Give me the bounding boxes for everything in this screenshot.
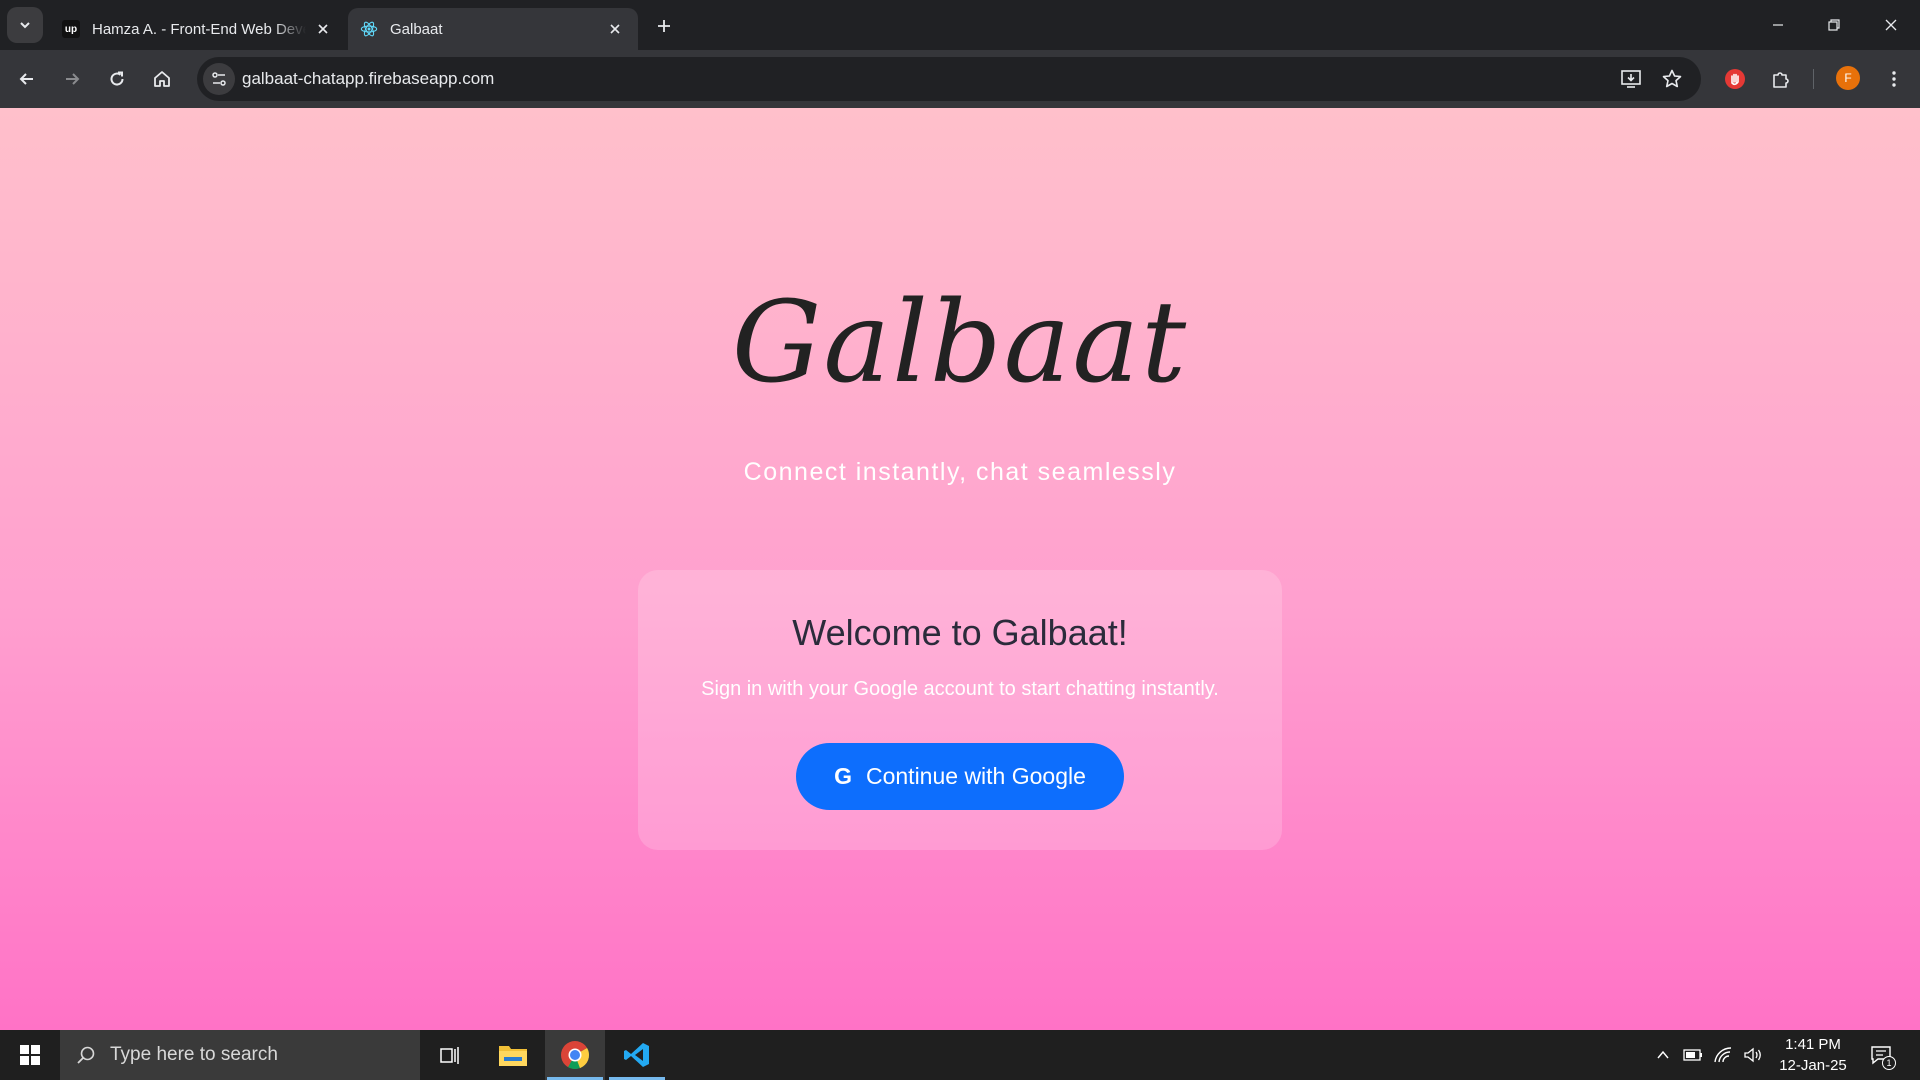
tab-galbaat[interactable]: Galbaat <box>348 8 638 50</box>
reload-button[interactable] <box>99 61 135 97</box>
network-status[interactable] <box>1711 1043 1735 1067</box>
restore-icon <box>1828 19 1840 31</box>
notification-center-button[interactable]: 1 <box>1866 1040 1896 1070</box>
speaker-icon <box>1744 1047 1761 1063</box>
welcome-subtitle: Sign in with your Google account to star… <box>701 678 1219 700</box>
taskbar: Type here to search 1:41 PM 12-Jan-25 1 <box>0 1030 1920 1080</box>
volume-control[interactable] <box>1741 1043 1765 1067</box>
button-label: Continue with Google <box>865 763 1086 789</box>
site-info-button[interactable] <box>203 63 235 95</box>
profile-avatar[interactable]: F <box>1836 66 1860 90</box>
new-tab-button[interactable] <box>650 12 678 40</box>
notification-count: 1 <box>1882 1056 1896 1070</box>
install-app-button[interactable] <box>1617 65 1645 93</box>
close-icon <box>1885 19 1897 31</box>
tagline: Connect instantly, chat seamlessly <box>743 458 1177 486</box>
react-icon <box>360 20 378 38</box>
extension-button[interactable] <box>1717 61 1753 97</box>
task-view-icon <box>440 1047 459 1064</box>
tab-search-button[interactable] <box>7 7 43 43</box>
file-explorer-button[interactable] <box>483 1030 543 1080</box>
battery-icon <box>1683 1049 1702 1061</box>
star-icon <box>1662 69 1682 88</box>
wifi-icon <box>1714 1047 1732 1063</box>
chrome-icon <box>561 1041 589 1069</box>
back-button[interactable] <box>9 61 45 97</box>
close-window-button[interactable] <box>1863 0 1919 50</box>
close-icon[interactable] <box>604 18 626 40</box>
vscode-taskbar-button[interactable] <box>607 1030 667 1080</box>
google-sign-in-button[interactable]: G Continue with Google <box>796 743 1124 810</box>
windows-icon <box>20 1045 40 1065</box>
arrow-right-icon <box>66 73 80 85</box>
task-view-button[interactable] <box>420 1030 480 1080</box>
forward-button[interactable] <box>54 61 90 97</box>
install-icon <box>1621 70 1641 88</box>
tab-title: Galbaat <box>390 20 443 38</box>
close-icon[interactable] <box>312 18 334 40</box>
tab-upwork[interactable]: up Hamza A. - Front-End Web Developer <box>50 8 346 50</box>
welcome-title: Welcome to Galbaat! <box>792 612 1128 653</box>
vscode-icon <box>624 1043 649 1067</box>
search-icon <box>77 1046 95 1064</box>
toolbar-divider <box>1813 69 1814 89</box>
tune-icon <box>212 72 226 86</box>
extensions-menu-button[interactable] <box>1763 61 1799 97</box>
search-placeholder: Type here to search <box>110 1044 278 1065</box>
url-text[interactable]: galbaat-chatapp.firebaseapp.com <box>242 69 494 89</box>
clock-time: 1:41 PM <box>1785 1036 1841 1053</box>
show-hidden-icons-button[interactable] <box>1651 1043 1675 1067</box>
battery-status[interactable] <box>1681 1043 1705 1067</box>
sign-in-card: Welcome to Galbaat! Sign in with your Go… <box>638 570 1282 850</box>
start-button[interactable] <box>0 1030 60 1080</box>
bookmark-button[interactable] <box>1658 65 1686 93</box>
taskbar-search[interactable]: Type here to search <box>60 1030 420 1080</box>
home-button[interactable] <box>144 61 180 97</box>
taskbar-clock[interactable]: 1:41 PM 12-Jan-25 <box>1770 1034 1856 1076</box>
more-vertical-icon <box>1892 71 1896 87</box>
plus-icon <box>658 20 670 32</box>
browser-menu-button[interactable] <box>1876 61 1912 97</box>
hand-stop-icon <box>1725 69 1745 89</box>
home-icon <box>154 71 170 87</box>
browser-toolbar: galbaat-chatapp.firebaseapp.com <box>0 50 1920 108</box>
address-bar[interactable]: galbaat-chatapp.firebaseapp.com <box>197 57 1701 101</box>
arrow-left-icon <box>19 73 33 85</box>
clock-date: 12-Jan-25 <box>1779 1057 1847 1074</box>
page-content: Galbaat Connect instantly, chat seamless… <box>0 108 1920 1030</box>
file-explorer-icon <box>499 1046 527 1066</box>
minimize-button[interactable] <box>1750 0 1806 50</box>
upwork-icon: up <box>62 20 80 38</box>
tab-strip: up Hamza A. - Front-End Web Developer Ga… <box>0 0 1920 50</box>
chevron-down-icon <box>20 22 30 29</box>
tab-title: Hamza A. - Front-End Web Developer <box>92 20 306 38</box>
chevron-up-icon <box>1657 1050 1669 1059</box>
puzzle-icon <box>1773 72 1789 88</box>
google-icon: G <box>834 763 852 789</box>
app-logo: Galbaat <box>731 278 1189 408</box>
reload-icon <box>110 71 124 86</box>
minimize-icon <box>1773 24 1783 26</box>
restore-button[interactable] <box>1806 0 1862 50</box>
chrome-taskbar-button[interactable] <box>545 1030 605 1080</box>
